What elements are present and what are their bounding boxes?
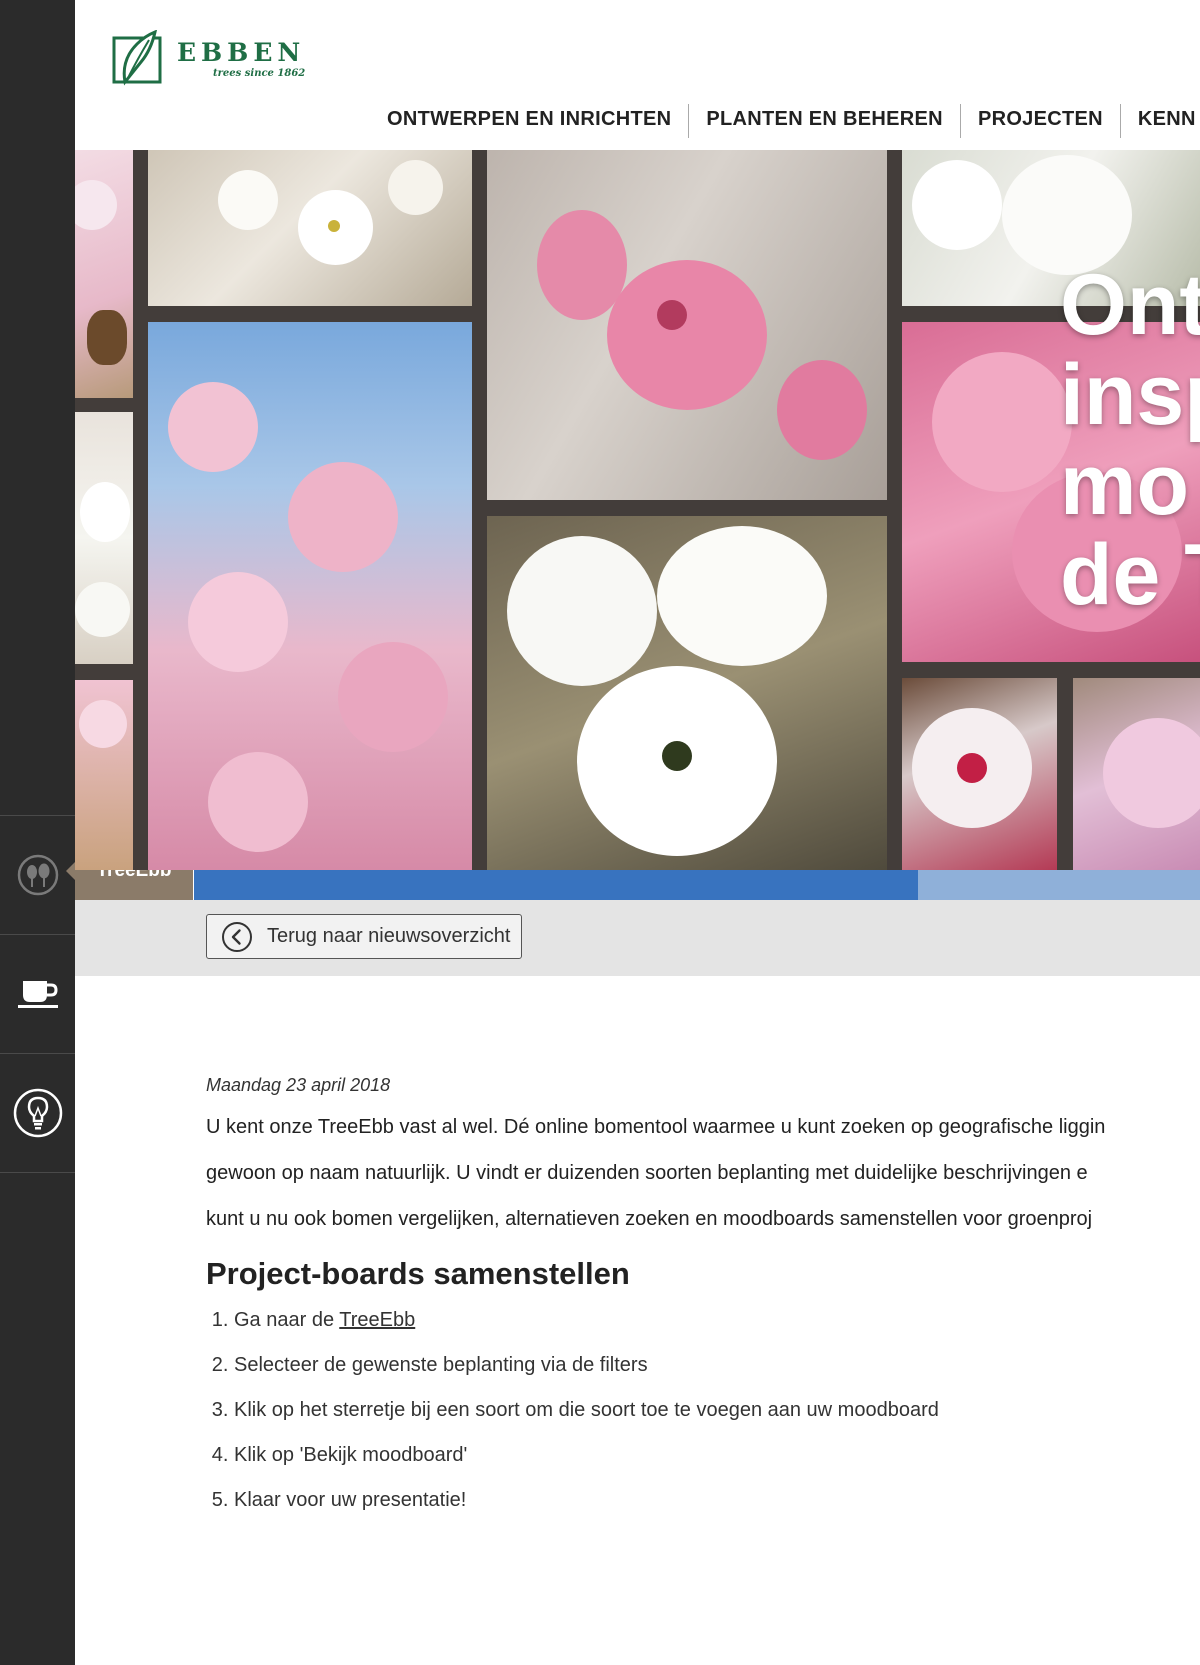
hero-title-line: Ont — [1060, 257, 1200, 353]
hero-photo — [902, 678, 1057, 870]
hero-progress-bar — [194, 870, 1200, 900]
nav-item-ontwerpen[interactable]: ONTWERPEN EN INRICHTEN — [370, 104, 688, 138]
sidebar-item-ideas[interactable] — [0, 1053, 75, 1173]
list-item: Ga naar de TreeEbb — [234, 1298, 1200, 1343]
article-intro-line: kunt u nu ook bomen vergelijken, alterna… — [206, 1208, 1093, 1230]
coffee-cup-icon — [17, 981, 58, 1008]
hero-photo — [148, 150, 472, 306]
hero-progress-fill — [194, 870, 919, 900]
back-bar: Terug naar nieuwsoverzicht — [75, 900, 1200, 976]
list-item: Selecteer de gewenste beplanting via de … — [234, 1343, 1200, 1388]
list-item: Klaar voor uw presentatie! — [234, 1478, 1200, 1523]
trees-icon — [17, 854, 58, 896]
article-intro: U kent onze TreeEbb vast al wel. Dé onli… — [206, 1104, 1200, 1242]
sidebar-item-treeebb[interactable] — [0, 815, 75, 934]
list-item: Klik op 'Bekijk moodboard' — [234, 1433, 1200, 1478]
hero-title: Ont insp mo de T — [1060, 260, 1200, 620]
hero-photo — [148, 322, 472, 870]
treeebb-link[interactable]: TreeEbb — [339, 1309, 415, 1331]
back-button-label: Terug naar nieuwsoverzicht — [267, 925, 511, 947]
nav-item-kennis[interactable]: KENN — [1119, 104, 1200, 138]
hero-title-line: insp — [1060, 347, 1200, 443]
logo[interactable]: EBBEN trees since 1862 — [111, 30, 305, 86]
hero-banner: Ont insp mo de T — [75, 150, 1200, 870]
hero-photo — [487, 150, 887, 500]
article-date: Maandag 23 april 2018 — [206, 1075, 391, 1095]
list-item: Klik op het sterretje bij een soort om d… — [234, 1388, 1200, 1433]
step-text: Ga naar de — [234, 1309, 340, 1331]
chevron-left-circle-icon — [222, 921, 252, 952]
ebben-leaf-logo-icon — [112, 30, 162, 86]
steps-list: Ga naar de TreeEbb Selecteer de gewenste… — [206, 1298, 1200, 1523]
hero-title-line: mo — [1060, 437, 1189, 533]
hero-photo — [75, 680, 133, 870]
nav-item-projecten[interactable]: PROJECTEN — [959, 104, 1120, 138]
brand-name: EBBEN — [177, 38, 306, 67]
site-header: EBBEN trees since 1862 ONTWERPEN EN INRI… — [75, 0, 1200, 150]
main-nav: ONTWERPEN EN INRICHTEN PLANTEN EN BEHERE… — [370, 104, 1200, 138]
article-intro-line: U kent onze TreeEbb vast al wel. Dé onli… — [206, 1116, 1106, 1138]
back-to-news-button[interactable]: Terug naar nieuwsoverzicht — [206, 914, 523, 959]
hero-photo — [1073, 678, 1200, 870]
lightbulb-icon — [13, 1088, 62, 1138]
hero-title-line: de T — [1060, 527, 1200, 623]
left-sidebar — [0, 0, 75, 1665]
article-intro-line: gewoon op naam natuurlijk. U vindt er du… — [206, 1162, 1088, 1184]
section-heading: Project-boards samenstellen — [206, 1256, 630, 1291]
article-content: Maandag 23 april 2018 U kent onze TreeEb… — [206, 1075, 1200, 1523]
sidebar-item-coffee[interactable] — [0, 934, 75, 1053]
hero-photo — [75, 150, 133, 398]
hero-photo — [75, 412, 133, 664]
brand-tagline: trees since 1862 — [213, 68, 306, 79]
nav-item-planten[interactable]: PLANTEN EN BEHEREN — [688, 104, 960, 138]
hero-photo — [487, 516, 887, 870]
